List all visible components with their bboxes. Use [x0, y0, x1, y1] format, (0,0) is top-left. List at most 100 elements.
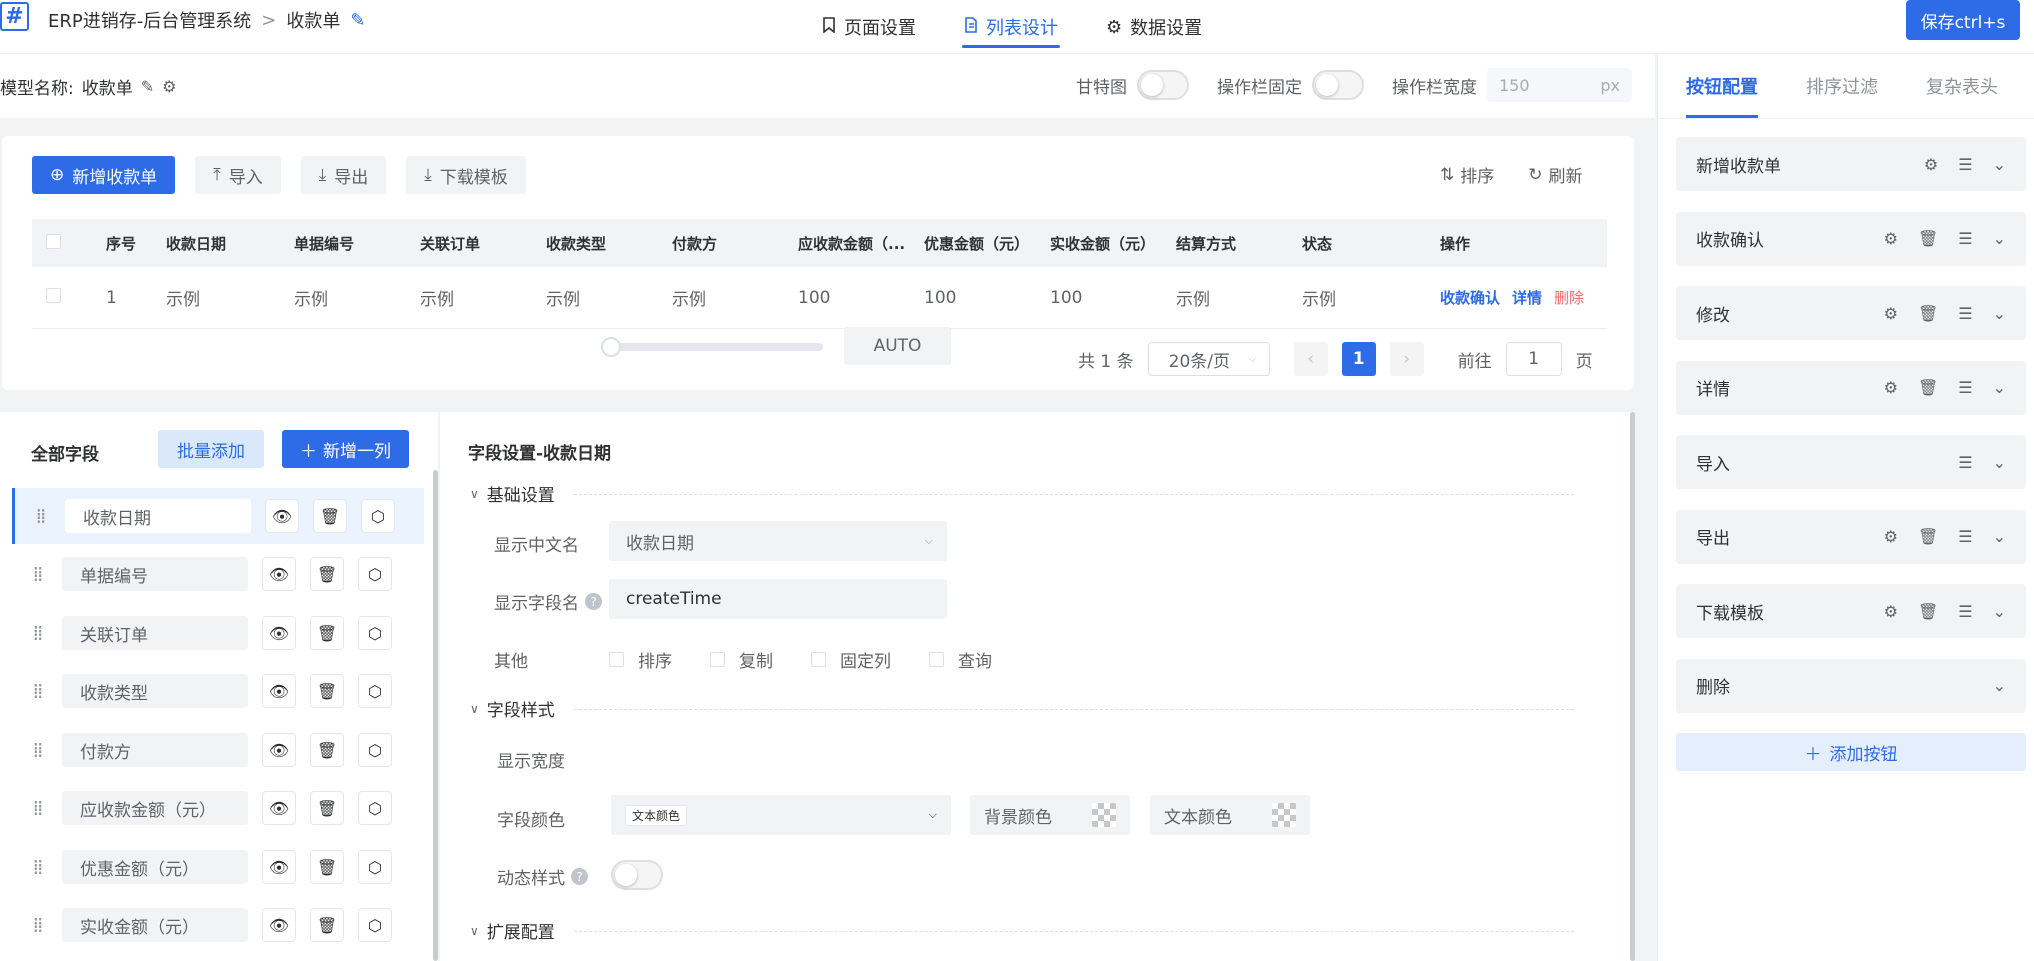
- gantt-switch[interactable]: [1137, 70, 1189, 100]
- cube-icon[interactable]: ⬡: [358, 616, 392, 650]
- trash-icon[interactable]: 🗑: [310, 908, 344, 942]
- trash-icon[interactable]: 🗑: [310, 616, 344, 650]
- width-slider-track[interactable]: [601, 343, 823, 351]
- gear-icon[interactable]: ⚙: [1884, 304, 1898, 323]
- add-receipt-button[interactable]: ⊕ 新增收款单: [32, 156, 176, 194]
- tab-sort-filter[interactable]: 排序过滤: [1806, 54, 1878, 118]
- list-icon[interactable]: ☰: [1958, 229, 1972, 248]
- field-row[interactable]: ⁞⁞ 关联订单 👁 🗑 ⬡: [12, 605, 424, 661]
- add-button[interactable]: ＋ 添加按钮: [1676, 733, 2026, 771]
- chevron-circle-icon[interactable]: ⌄: [1993, 676, 2006, 695]
- column-header[interactable]: 状态: [1302, 233, 1440, 254]
- list-icon[interactable]: ☰: [1958, 602, 1972, 621]
- list-icon[interactable]: ☰: [1958, 453, 1972, 472]
- field-name-input[interactable]: 优惠金额（元）: [62, 850, 248, 884]
- query-checkbox[interactable]: 查询: [929, 647, 992, 672]
- eye-icon[interactable]: 👁: [262, 791, 296, 825]
- trash-icon[interactable]: 🗑: [310, 791, 344, 825]
- drag-handle-icon[interactable]: ⁞⁞: [12, 738, 62, 762]
- edit-icon[interactable]: ✎: [141, 77, 154, 96]
- basic-section-header[interactable]: ∨ 基础设置: [470, 481, 1574, 506]
- field-row[interactable]: ⁞⁞ 收款类型 👁 🗑 ⬡: [12, 663, 424, 719]
- button-config-card[interactable]: 详情 ⚙ 🗑 ☰ ⌄: [1676, 360, 2026, 415]
- gear-icon[interactable]: ⚙: [1924, 155, 1938, 174]
- button-config-card[interactable]: 下载模板 ⚙ 🗑 ☰ ⌄: [1676, 584, 2026, 638]
- column-header[interactable]: 结算方式: [1176, 233, 1302, 254]
- trash-icon[interactable]: 🗑: [310, 733, 344, 767]
- cube-icon[interactable]: ⬡: [358, 850, 392, 884]
- column-header[interactable]: 单据编号: [294, 233, 420, 254]
- chevron-circle-icon[interactable]: ⌄: [1993, 304, 2006, 323]
- field-name-input[interactable]: 关联订单: [62, 616, 248, 650]
- column-header[interactable]: 收款类型: [546, 233, 672, 254]
- op-fixed-switch[interactable]: [1312, 70, 1364, 100]
- drag-handle-icon[interactable]: ⁞⁞: [15, 504, 65, 528]
- gear-icon[interactable]: ⚙: [1884, 229, 1898, 248]
- next-page-button[interactable]: ›: [1389, 342, 1424, 376]
- eye-icon[interactable]: 👁: [265, 499, 299, 533]
- drag-handle-icon[interactable]: ⁞⁞: [12, 562, 62, 586]
- trash-icon[interactable]: 🗑: [1918, 602, 1938, 621]
- gear-icon[interactable]: ⚙: [1884, 378, 1898, 397]
- chevron-circle-icon[interactable]: ⌄: [1993, 527, 2006, 546]
- cube-icon[interactable]: ⬡: [358, 791, 392, 825]
- eye-icon[interactable]: 👁: [262, 908, 296, 942]
- field-name-input[interactable]: 收款类型: [62, 674, 248, 708]
- page-size-select[interactable]: 20条/页 ⌵: [1147, 342, 1270, 376]
- help-icon[interactable]: ?: [585, 593, 602, 610]
- ext-section-header[interactable]: ∨ 扩展配置: [470, 918, 1574, 943]
- sort-button[interactable]: ⇅ 排序: [1440, 162, 1494, 188]
- button-config-card[interactable]: 新增收款单 ⚙ ☰ ⌄: [1676, 137, 2026, 191]
- eye-icon[interactable]: 👁: [262, 733, 296, 767]
- batch-add-button[interactable]: 批量添加: [158, 430, 264, 468]
- column-header[interactable]: 优惠金额（元）: [924, 233, 1050, 254]
- fixed-column-checkbox[interactable]: 固定列: [811, 647, 891, 672]
- trash-icon[interactable]: 🗑: [310, 557, 344, 591]
- eye-icon[interactable]: 👁: [262, 850, 296, 884]
- eye-icon[interactable]: 👁: [262, 674, 296, 708]
- trash-icon[interactable]: 🗑: [310, 850, 344, 884]
- field-row[interactable]: ⁞⁞ 实收金额（元） 👁 🗑 ⬡: [12, 897, 424, 953]
- field-name-input[interactable]: 单据编号: [62, 557, 248, 591]
- tab-data-settings[interactable]: ⚙ 数据设置: [1104, 6, 1204, 48]
- eye-icon[interactable]: 👁: [262, 616, 296, 650]
- edit-icon[interactable]: ✎: [350, 10, 365, 31]
- delete-link[interactable]: 删除: [1554, 287, 1584, 308]
- field-list-scrollbar[interactable]: [433, 470, 438, 961]
- drag-handle-icon[interactable]: ⁞⁞: [12, 855, 62, 879]
- list-icon[interactable]: ☰: [1958, 304, 1972, 323]
- chevron-circle-icon[interactable]: ⌄: [1993, 378, 2006, 397]
- column-header[interactable]: 序号: [106, 233, 166, 254]
- trash-icon[interactable]: 🗑: [313, 499, 347, 533]
- select-all-checkbox[interactable]: [46, 233, 61, 249]
- display-cn-select[interactable]: 收款日期 ⌵: [609, 521, 947, 561]
- trash-icon[interactable]: 🗑: [1918, 527, 1938, 546]
- list-icon[interactable]: ☰: [1958, 378, 1972, 397]
- field-name-input[interactable]: 收款日期: [65, 499, 251, 533]
- trash-icon[interactable]: 🗑: [310, 674, 344, 708]
- field-name-input[interactable]: 实收金额（元）: [62, 908, 248, 942]
- button-config-card[interactable]: 删除 ⌄: [1676, 658, 2026, 713]
- copy-checkbox[interactable]: 复制: [710, 647, 773, 672]
- trash-icon[interactable]: 🗑: [1918, 304, 1938, 323]
- column-header[interactable]: 收款日期: [166, 233, 294, 254]
- text-color-picker[interactable]: 文本颜色: [1150, 795, 1310, 835]
- app-logo[interactable]: #: [0, 2, 29, 31]
- gear-icon[interactable]: ⚙: [1884, 602, 1898, 621]
- field-name-input[interactable]: createTime: [609, 579, 947, 619]
- button-config-card[interactable]: 修改 ⚙ 🗑 ☰ ⌄: [1676, 286, 2026, 340]
- drag-handle-icon[interactable]: ⁞⁞: [12, 913, 62, 937]
- page-number[interactable]: 1: [1341, 342, 1376, 376]
- column-header[interactable]: 付款方: [672, 233, 798, 254]
- dynamic-style-switch[interactable]: [611, 860, 663, 890]
- field-row[interactable]: ⁞⁞ 收款日期 👁 🗑 ⬡: [12, 488, 424, 544]
- chevron-circle-icon[interactable]: ⌄: [1993, 155, 2006, 174]
- settings-scrollbar[interactable]: [1630, 412, 1635, 961]
- field-row[interactable]: ⁞⁞ 优惠金额（元） 👁 🗑 ⬡: [12, 839, 424, 895]
- save-button[interactable]: 保存ctrl+s: [1906, 0, 2020, 40]
- button-config-card[interactable]: 导入 ☰ ⌄: [1676, 435, 2026, 489]
- width-slider-handle[interactable]: [601, 337, 621, 357]
- confirm-receipt-link[interactable]: 收款确认: [1440, 287, 1500, 308]
- column-header[interactable]: 操作: [1440, 233, 1580, 254]
- download-template-button[interactable]: ⤓ 下载模板: [406, 156, 526, 194]
